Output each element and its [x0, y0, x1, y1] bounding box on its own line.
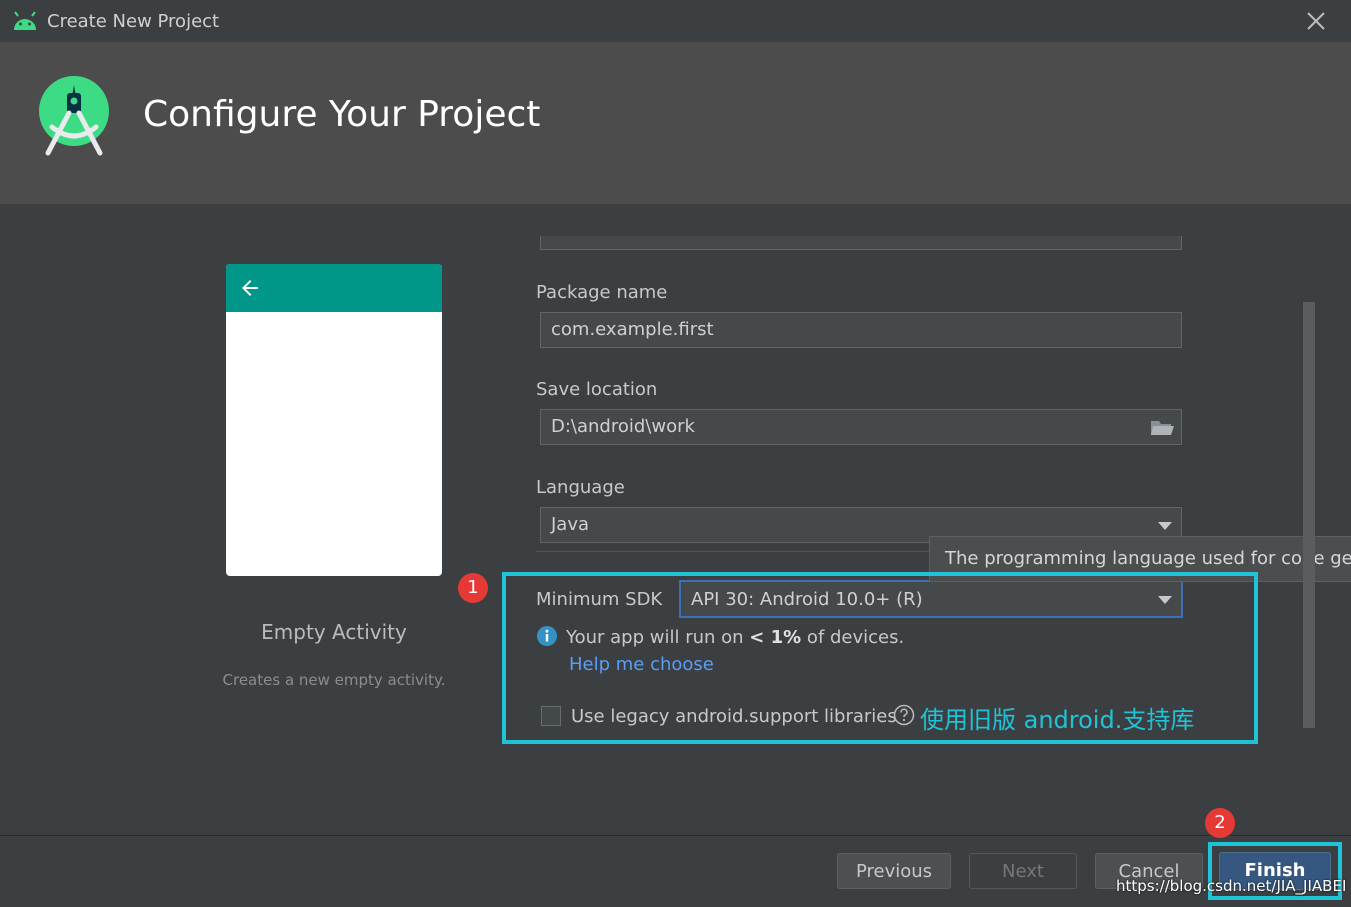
android-icon [14, 11, 36, 30]
scrollbar[interactable] [1303, 302, 1315, 728]
folder-icon[interactable] [1149, 417, 1175, 439]
template-preview [226, 264, 442, 576]
previous-button[interactable]: Previous [837, 853, 951, 889]
footer-divider [0, 835, 1351, 836]
name-field[interactable] [540, 236, 1182, 250]
annotation-badge: 1 [458, 573, 488, 603]
android-studio-logo [39, 76, 109, 156]
arrow-back-icon [242, 280, 258, 296]
save-location-label: Save location [536, 379, 658, 400]
language-label: Language [536, 477, 625, 498]
watermark: https://blog.csdn.net/JIA_JIABEI [1116, 877, 1347, 895]
template-description: Creates a new empty activity. [222, 671, 446, 689]
window-title: Create New Project [47, 11, 220, 32]
next-button[interactable]: Next [969, 853, 1077, 889]
annotation-badge: 2 [1205, 808, 1235, 838]
close-icon[interactable] [1303, 8, 1329, 34]
chevron-down-icon[interactable] [1158, 522, 1172, 530]
package-name-field[interactable]: com.example.first [540, 312, 1182, 348]
package-name-label: Package name [536, 282, 668, 303]
template-name: Empty Activity [261, 620, 407, 644]
annotation-highlight-box [502, 572, 1258, 744]
save-location-field[interactable]: D:\android\work [540, 409, 1182, 445]
page-title: Configure Your Project [143, 94, 541, 135]
preview-toolbar [226, 264, 442, 312]
